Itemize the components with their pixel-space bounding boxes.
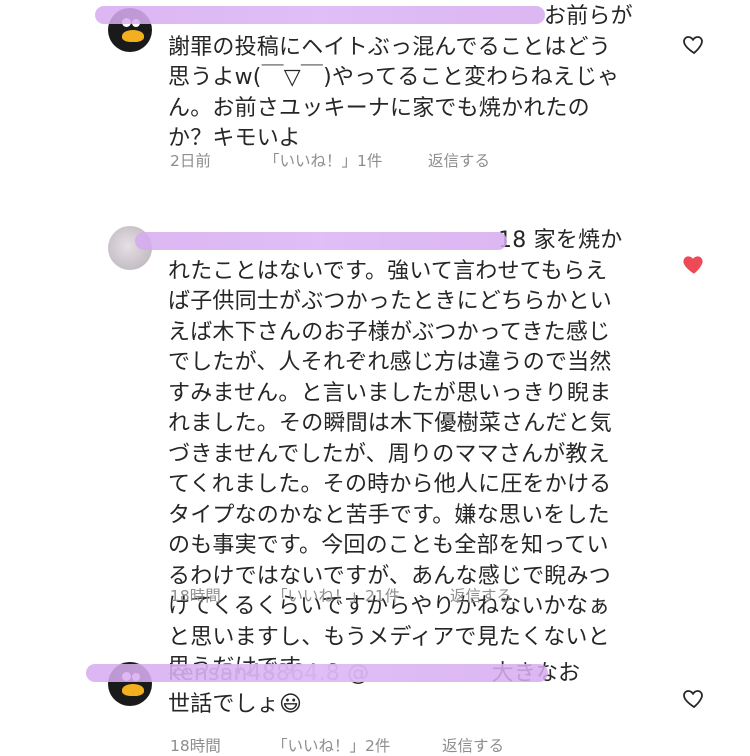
heart-outline-icon[interactable] <box>682 686 706 710</box>
avatar-beak <box>122 684 144 696</box>
comment-text: 18 家を焼か れたことはないです。強いて言わせてもらえ ば子供同士がぶつかった… <box>168 228 623 680</box>
likes-count-link[interactable]: 「いいね！」2件 <box>272 734 442 756</box>
likes-count-link[interactable]: 「いいね！」1件 <box>264 149 428 171</box>
reply-button[interactable]: 返信する <box>442 734 504 756</box>
comment-meta: 18時間 「いいね！」21件 返信する <box>170 584 512 606</box>
heart-filled-icon[interactable] <box>682 252 706 276</box>
username-redaction <box>95 6 545 24</box>
reply-button[interactable]: 返信する <box>450 584 512 606</box>
comment-meta: 18時間 「いいね！」2件 返信する <box>170 734 504 756</box>
comment-time: 18時間 <box>170 737 221 755</box>
comment-time: 2日前 <box>170 152 211 170</box>
comment-meta: 2日前 「いいね！」1件 返信する <box>170 149 490 171</box>
reply-button[interactable]: 返信する <box>428 149 490 171</box>
heart-outline-icon[interactable] <box>682 32 706 56</box>
username-redaction <box>86 664 548 682</box>
comment-text: お前らが 謝罪の投稿にヘイトぶっ混んでることはどう 思うよw(￣▽￣)やってるこ… <box>168 4 633 151</box>
comment-time: 18時間 <box>170 587 221 605</box>
username-redaction <box>135 232 507 250</box>
avatar-beak <box>122 30 144 42</box>
likes-count-link[interactable]: 「いいね！」21件 <box>272 584 450 606</box>
